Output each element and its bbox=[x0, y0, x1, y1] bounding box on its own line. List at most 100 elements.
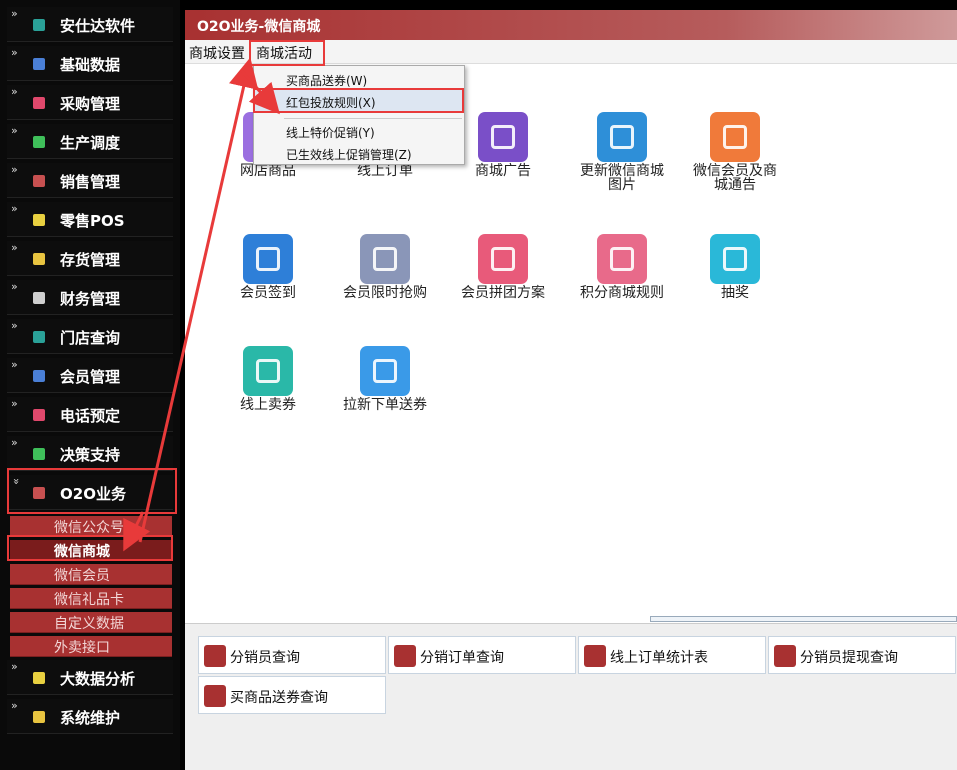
expand-icon: » bbox=[11, 7, 18, 20]
sidebar-subitem-4[interactable]: 自定义数据 bbox=[10, 612, 172, 633]
blue-app-icon bbox=[33, 370, 45, 382]
sidebar-subitem-5[interactable]: 外卖接口 bbox=[10, 636, 172, 657]
search-chart-icon bbox=[710, 234, 760, 284]
users-icon bbox=[360, 346, 410, 396]
sidebar-item-label: 存货管理 bbox=[60, 251, 121, 269]
window-titlebar: O2O业务-微信商城 bbox=[185, 10, 957, 40]
abc-blocks-icon bbox=[597, 234, 647, 284]
yellow-app-icon bbox=[33, 672, 45, 684]
yellow-app-icon bbox=[33, 253, 45, 265]
sidebar-item-12[interactable]: » O2O业务 bbox=[7, 475, 173, 510]
sidebar-subitem-2[interactable]: 微信会员 bbox=[10, 564, 172, 585]
pink-app-icon bbox=[33, 97, 45, 109]
sidebar-item-0[interactable]: » 安仕达软件 bbox=[7, 7, 173, 42]
green-app-icon bbox=[33, 448, 45, 460]
sidebar-item-label: 会员管理 bbox=[60, 368, 121, 386]
dropdown-separator bbox=[284, 118, 462, 119]
tile-4[interactable]: 微信会员及商城通告 bbox=[690, 112, 780, 192]
grid-edit-icon bbox=[243, 346, 293, 396]
dropdown-item-red-packet-rules[interactable]: 红包投放规则(X) bbox=[254, 90, 464, 112]
tile-2[interactable]: 商城广告 bbox=[458, 112, 548, 178]
quick-button-4[interactable]: 买商品送券查询 bbox=[198, 676, 386, 714]
teal-app-icon bbox=[33, 331, 45, 343]
quick-button-2[interactable]: 线上订单统计表 bbox=[578, 636, 766, 674]
menu-bar: 商城设置 商城活动 bbox=[185, 40, 957, 64]
tile-label: 微信会员及商城通告 bbox=[693, 163, 777, 193]
expand-icon: » bbox=[11, 280, 18, 293]
sidebar-item-5[interactable]: » 零售POS bbox=[7, 202, 173, 237]
red-app-icon bbox=[33, 487, 45, 499]
tile-7[interactable]: 会员拼团方案 bbox=[458, 234, 548, 300]
sidebar-item-7[interactable]: » 财务管理 bbox=[7, 280, 173, 315]
tile-label: 抽奖 bbox=[721, 285, 749, 301]
sidebar-subitem-label: 微信商城 bbox=[54, 544, 110, 560]
dropdown-item-buy-get-coupon[interactable]: 买商品送券(W) bbox=[254, 68, 464, 90]
tile-8[interactable]: 积分商城规则 bbox=[577, 234, 667, 300]
tile-3[interactable]: 更新微信商城图片 bbox=[577, 112, 667, 192]
tile-9[interactable]: 抽奖 bbox=[690, 234, 780, 300]
quick-button-label: 分销员查询 bbox=[230, 650, 300, 666]
tile-label: 会员签到 bbox=[240, 285, 296, 301]
panel-splitter[interactable] bbox=[650, 616, 957, 622]
expand-icon: » bbox=[11, 436, 18, 449]
teal-app-icon bbox=[33, 19, 45, 31]
sidebar-subitem-0[interactable]: 微信公众号 bbox=[10, 516, 172, 537]
quick-button-label: 分销订单查询 bbox=[420, 650, 504, 666]
receipt-icon bbox=[584, 645, 606, 667]
expand-down-icon: » bbox=[9, 478, 23, 485]
quick-button-label: 分销员提现查询 bbox=[800, 650, 898, 666]
tile-label: 网店商品 bbox=[240, 163, 296, 179]
sidebar-item-label: 财务管理 bbox=[60, 290, 121, 308]
menu-mall-settings[interactable]: 商城设置 bbox=[189, 43, 245, 63]
yellow-app-icon bbox=[33, 711, 45, 723]
sidebar-item-label: 零售POS bbox=[60, 212, 125, 230]
sidebar-item-label: 基础数据 bbox=[60, 56, 121, 74]
expand-icon: » bbox=[11, 124, 18, 137]
dropdown-item-online-special[interactable]: 线上特价促销(Y) bbox=[254, 120, 464, 142]
sidebar-item-14[interactable]: » 系统维护 bbox=[7, 699, 173, 734]
tile-label: 会员拼团方案 bbox=[461, 285, 545, 301]
sidebar-item-label: 生产调度 bbox=[60, 134, 121, 152]
clock-window-icon bbox=[360, 234, 410, 284]
yellow-app-icon bbox=[33, 214, 45, 226]
sidebar-item-label: 采购管理 bbox=[60, 95, 121, 113]
sidebar-item-11[interactable]: » 决策支持 bbox=[7, 436, 173, 471]
tile-5[interactable]: 会员签到 bbox=[223, 234, 313, 300]
bar-chart-icon bbox=[204, 685, 226, 707]
tile-label: 线上订单 bbox=[357, 163, 413, 179]
search-icon bbox=[774, 645, 796, 667]
sidebar-item-10[interactable]: » 电话预定 bbox=[7, 397, 173, 432]
expand-icon: » bbox=[11, 241, 18, 254]
quick-button-1[interactable]: 分销订单查询 bbox=[388, 636, 576, 674]
expand-icon: » bbox=[11, 397, 18, 410]
tile-label: 更新微信商城图片 bbox=[580, 163, 664, 193]
menu-mall-activities[interactable]: 商城活动 bbox=[256, 43, 312, 63]
dropdown-item-active-promotions[interactable]: 已生效线上促销管理(Z) bbox=[254, 142, 464, 164]
search-box-icon bbox=[204, 645, 226, 667]
quick-button-3[interactable]: 分销员提现查询 bbox=[768, 636, 956, 674]
tile-11[interactable]: 拉新下单送券 bbox=[340, 346, 430, 412]
sidebar-item-3[interactable]: » 生产调度 bbox=[7, 124, 173, 159]
green-app-icon bbox=[33, 136, 45, 148]
expand-icon: » bbox=[11, 85, 18, 98]
sidebar-item-8[interactable]: » 门店查询 bbox=[7, 319, 173, 354]
tile-6[interactable]: 会员限时抢购 bbox=[340, 234, 430, 300]
sidebar-item-2[interactable]: » 采购管理 bbox=[7, 85, 173, 120]
quick-query-panel: 分销员查询 分销订单查询 线上订单统计表 分销员提现查询买商品送券查询 bbox=[185, 623, 957, 770]
sidebar-subitem-3[interactable]: 微信礼品卡 bbox=[10, 588, 172, 609]
sidebar-item-9[interactable]: » 会员管理 bbox=[7, 358, 173, 393]
sidebar-item-6[interactable]: » 存货管理 bbox=[7, 241, 173, 276]
sidebar-item-label: 决策支持 bbox=[60, 446, 121, 464]
sidebar-item-label: 门店查询 bbox=[60, 329, 121, 347]
quick-button-0[interactable]: 分销员查询 bbox=[198, 636, 386, 674]
tile-10[interactable]: 线上卖券 bbox=[223, 346, 313, 412]
sidebar-subitem-label: 自定义数据 bbox=[54, 616, 124, 632]
blue-app-icon bbox=[33, 58, 45, 70]
tile-label: 线上卖券 bbox=[240, 397, 296, 413]
sidebar-subitem-1[interactable]: 微信商城 bbox=[10, 540, 172, 561]
sidebar-subitem-label: 微信会员 bbox=[54, 568, 110, 584]
sidebar-item-4[interactable]: » 销售管理 bbox=[7, 163, 173, 198]
sidebar-item-13[interactable]: » 大数据分析 bbox=[7, 660, 173, 695]
sidebar-item-1[interactable]: » 基础数据 bbox=[7, 46, 173, 81]
activities-dropdown-menu: 买商品送券(W) 红包投放规则(X) 线上特价促销(Y) 已生效线上促销管理(Z… bbox=[253, 65, 465, 165]
